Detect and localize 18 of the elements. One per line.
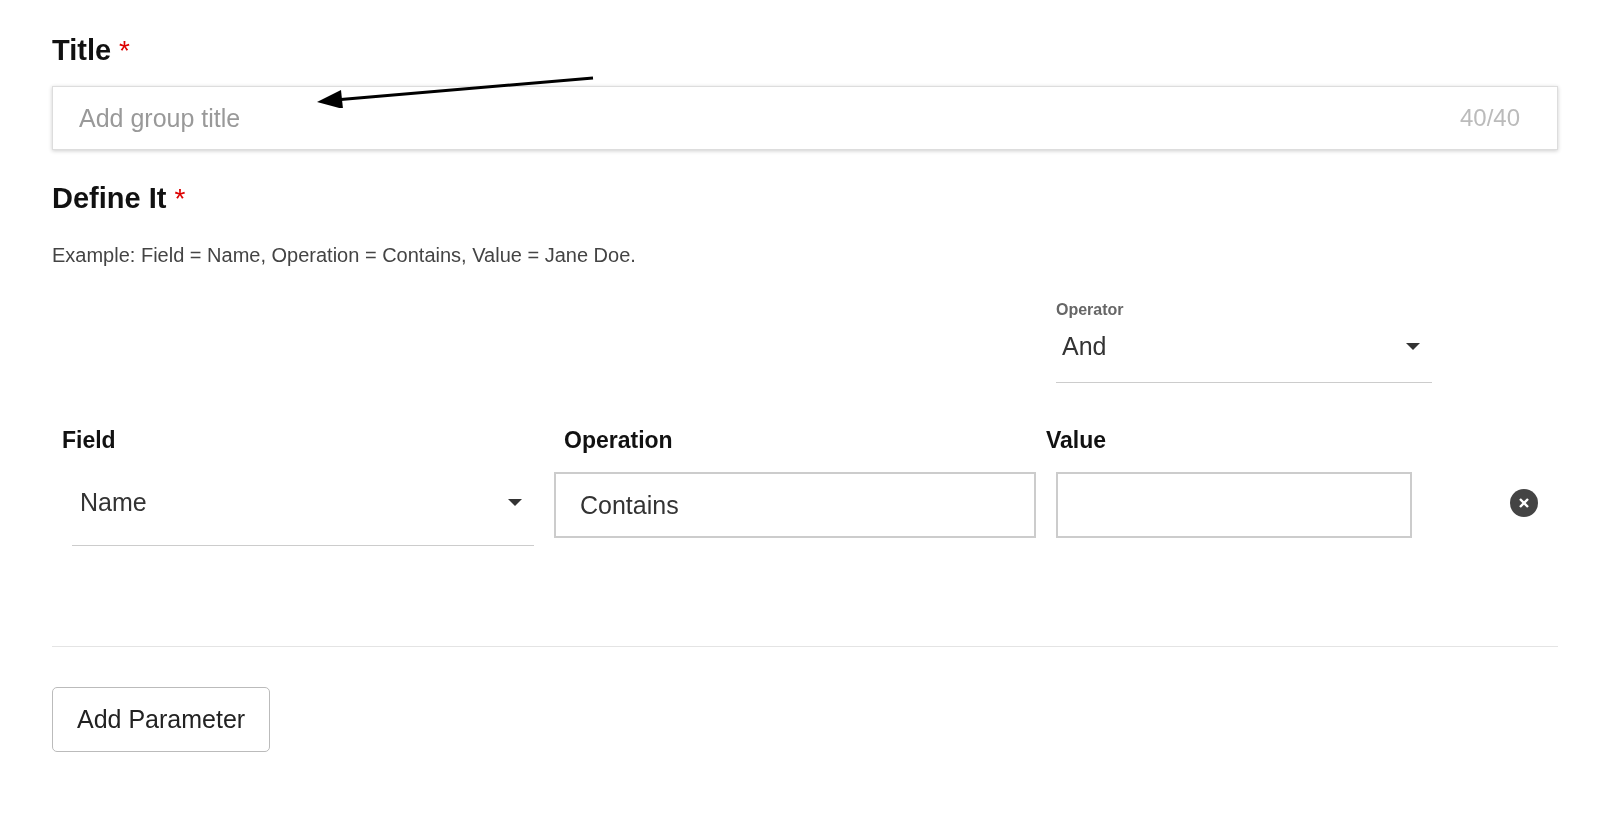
- define-label: Define It: [52, 182, 167, 215]
- column-heading: Field: [62, 427, 117, 454]
- example-hint: Example: Field = Name, Operation = Contains, Value = Jane Doe.: [52, 244, 637, 267]
- caret-icon: [508, 499, 522, 506]
- caret-icon: [1406, 343, 1420, 350]
- field-dropdown[interactable]: Name: [72, 472, 534, 546]
- column-heading: Operation: [563, 427, 674, 454]
- operator-dropdown[interactable]: And: [1056, 319, 1432, 383]
- column-heading: Value: [1046, 427, 1108, 454]
- remove-icon[interactable]: [1510, 489, 1538, 517]
- required-mark: *: [174, 183, 186, 215]
- operator-label: Operator: [1056, 301, 1125, 319]
- value-input-field[interactable]: [1056, 472, 1412, 538]
- required-mark: *: [119, 35, 130, 67]
- operation-input-field[interactable]: Contains: [554, 472, 1036, 538]
- add-parameter-button[interactable]: Add Parameter: [52, 687, 271, 752]
- title-label: Title: [52, 34, 112, 67]
- character-counter: 40/40: [1459, 104, 1520, 132]
